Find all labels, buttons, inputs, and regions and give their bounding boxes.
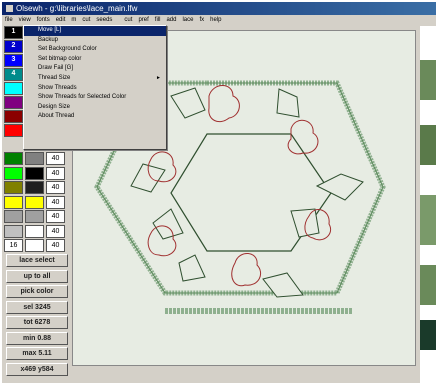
app-icon: [6, 5, 13, 13]
context-menu-item-label: Draw Fail [G]: [38, 65, 74, 72]
menu-lace-12[interactable]: lace: [179, 15, 196, 26]
context-menu-item[interactable]: About Thread: [24, 112, 166, 122]
size-button[interactable]: x469 y584: [6, 362, 68, 376]
max-value-button[interactable]: max 5.11: [6, 347, 68, 360]
title-bar: Olsewh - g:\libraries\lace_main.lfw: [2, 2, 436, 15]
color-swatch[interactable]: [25, 210, 44, 223]
right-panel-segment: [420, 195, 436, 245]
context-menu-item-label: Thread Size: [38, 74, 71, 81]
right-panel-segment: [420, 265, 436, 305]
submenu-arrow-icon: ►: [156, 74, 161, 81]
context-menu-item-label: Set Background Color: [38, 46, 97, 53]
color-swatch[interactable]: [4, 110, 23, 123]
up-to-all-button[interactable]: up to all: [6, 269, 68, 283]
thread-count-cell[interactable]: 40: [46, 195, 65, 209]
context-menu-item[interactable]: Move [L]: [24, 26, 166, 36]
min-value-button[interactable]: min 0.88: [6, 331, 68, 345]
window-title: Olsewh - g:\libraries\lace_main.lfw: [16, 4, 138, 13]
menu-fx-13[interactable]: fx: [196, 15, 207, 26]
color-swatch[interactable]: [25, 239, 44, 252]
sel-count-button[interactable]: sel 3245: [6, 300, 68, 314]
color-swatch[interactable]: [4, 82, 23, 95]
pick-color-button[interactable]: pick color: [6, 285, 68, 298]
thread-count-cell[interactable]: 40: [46, 152, 65, 165]
swatch-badge: 1: [11, 28, 16, 35]
thread-count-cell[interactable]: 40: [46, 166, 65, 180]
status-bar: [72, 368, 416, 380]
rose-shape: [231, 253, 261, 287]
swatch-badge: 4: [11, 70, 16, 77]
swatch-badge: 3: [11, 56, 16, 63]
color-swatch[interactable]: [4, 96, 23, 109]
color-swatch[interactable]: [25, 166, 44, 180]
context-menu-item[interactable]: Draw Fail [G]: [24, 64, 166, 74]
thread-count-cell[interactable]: 40: [46, 181, 65, 194]
right-panel-segment: [420, 26, 436, 42]
menu-file-0[interactable]: file: [2, 15, 16, 26]
context-menu-item[interactable]: Show Threads: [24, 84, 166, 94]
thread-count-cell[interactable]: 40: [46, 210, 65, 223]
swatch-badge: 2: [11, 42, 16, 49]
color-swatch[interactable]: [4, 152, 23, 165]
context-menu-item-label: Set bitmap color: [38, 55, 82, 62]
context-menu-item[interactable]: Set Background Color: [24, 45, 166, 55]
menu-help-14[interactable]: help: [207, 15, 224, 26]
tot-count-button[interactable]: tot 6278: [6, 316, 68, 329]
context-menu-item[interactable]: Backup: [24, 36, 166, 46]
context-menu-item-label: Move [L]: [38, 27, 62, 33]
context-menu-item-label: Show Threads for Selected Color: [38, 94, 127, 101]
color-swatch[interactable]: [4, 124, 23, 137]
color-swatch[interactable]: [25, 224, 44, 238]
color-swatch[interactable]: [25, 152, 44, 165]
context-menu-item-label: Show Threads: [38, 84, 77, 91]
thread-count-cell[interactable]: 40: [46, 224, 65, 238]
lace-select-button[interactable]: lace select: [6, 254, 68, 267]
leaf-shape: [315, 173, 364, 201]
right-panel-segment: [420, 320, 436, 350]
color-swatch[interactable]: [25, 195, 44, 209]
right-panel-segment: [420, 60, 436, 100]
context-menu-item[interactable]: Show Threads for Selected Color: [24, 93, 166, 103]
leaf-shape: [152, 208, 184, 240]
context-menu-item-label: About Thread: [38, 113, 75, 120]
context-menu-item-label: Backup: [38, 36, 59, 43]
rose-shape: [208, 85, 240, 123]
leaf-shape: [276, 88, 300, 118]
leaf-shape: [170, 87, 206, 119]
context-menu-item[interactable]: Set bitmap color: [24, 55, 166, 65]
right-panel-segment: [420, 125, 436, 165]
context-menu-item[interactable]: Design Size: [24, 103, 166, 113]
color-swatch[interactable]: [4, 224, 23, 238]
color-swatch[interactable]: [25, 181, 44, 194]
color-swatch[interactable]: [4, 181, 23, 194]
palette-index-cell: 16: [4, 239, 23, 252]
context-menu: Move [L] Backup Set Background Color Set bi…: [23, 25, 167, 150]
color-swatch[interactable]: [4, 210, 23, 223]
color-swatch[interactable]: [4, 166, 23, 180]
leaf-shape: [178, 254, 206, 282]
thread-count-cell[interactable]: 40: [46, 239, 65, 252]
context-menu-item-label: Design Size: [38, 103, 71, 110]
color-swatch[interactable]: [4, 195, 23, 209]
context-menu-item[interactable]: Thread Size ►: [24, 74, 166, 84]
